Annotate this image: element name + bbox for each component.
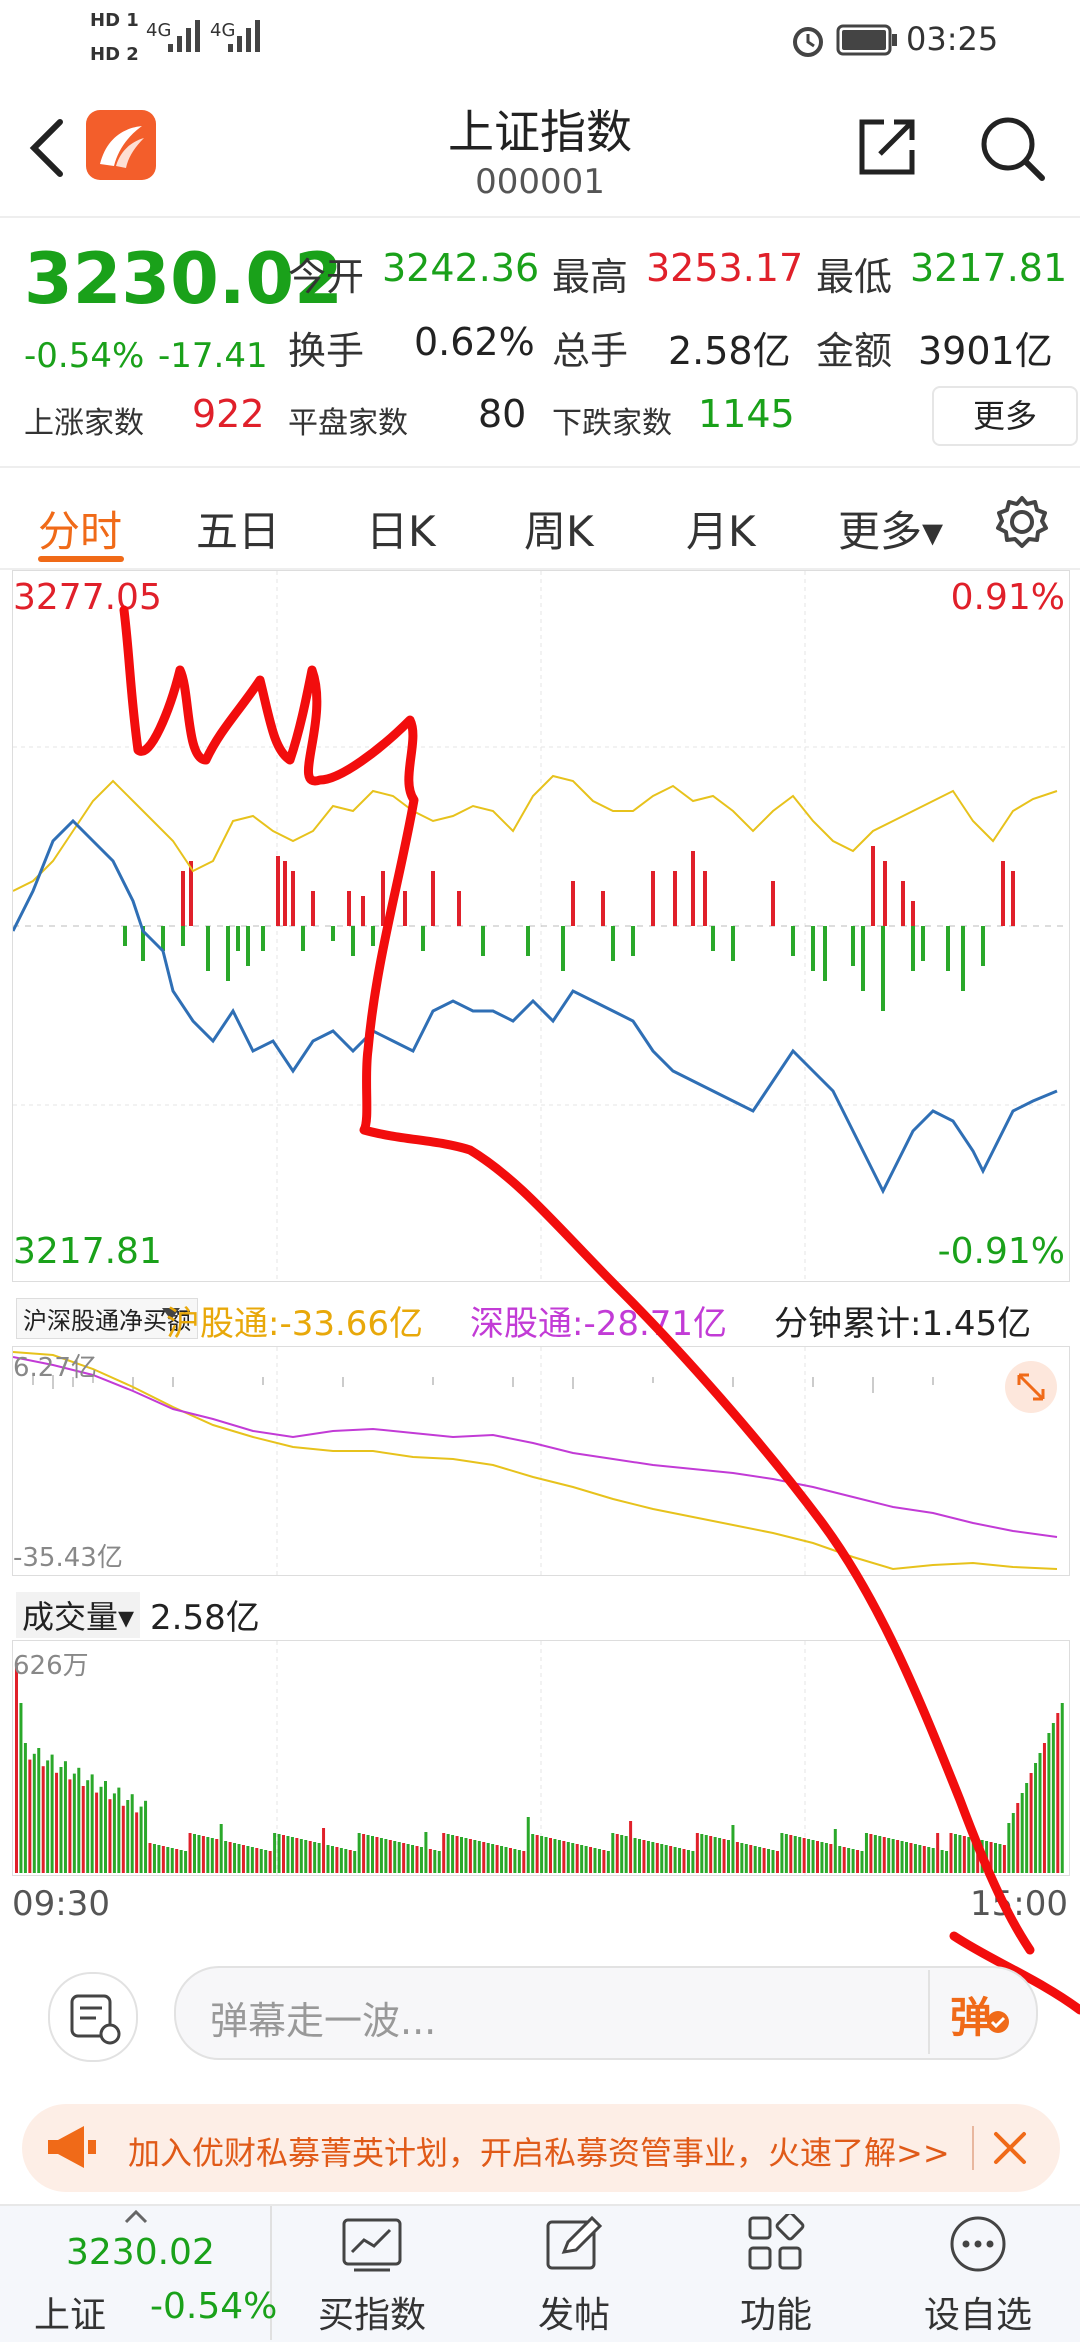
more-dots-icon[interactable] [948, 2214, 1008, 2274]
period-tabs: 分时 五日 日K 周K 月K 更多▾ [0, 466, 1080, 570]
up-count-label: 上涨家数 [24, 406, 144, 441]
hand-drawn-annotation [119, 605, 1080, 2015]
tab-more[interactable]: 更多▾ [838, 498, 943, 559]
share-icon[interactable] [856, 114, 920, 178]
up-count: 922 [192, 392, 265, 436]
amount-value: 3901亿 [918, 329, 1053, 373]
amount-label: 金额 [816, 329, 893, 373]
nav-index-price[interactable]: 3230.02 [66, 2232, 215, 2273]
comment-list-icon [70, 1994, 121, 2045]
more-quote-button[interactable]: 更多 [932, 386, 1078, 446]
turnover-label: 换手 [288, 329, 365, 373]
tab-intraday[interactable]: 分时 [38, 498, 122, 559]
high-value: 3253.17 [646, 246, 804, 290]
sim2-label: HD 2 [90, 44, 139, 65]
grid-icon[interactable] [746, 2214, 806, 2274]
chart-icon[interactable] [340, 2216, 404, 2274]
volume-label: 总手 [552, 329, 629, 373]
change-percent: -0.54% [24, 336, 145, 376]
close-icon[interactable] [990, 2128, 1030, 2168]
signal-icon [168, 20, 200, 52]
nav-functions[interactable]: 功能 [716, 2286, 836, 2338]
flat-count-label: 平盘家数 [288, 406, 408, 441]
volume-value: 2.58亿 [668, 329, 791, 373]
change-value: -17.41 [158, 336, 268, 376]
check-icon [987, 2011, 1009, 2033]
battery-icon [836, 24, 897, 56]
tab-weekly-k[interactable]: 周K [524, 498, 594, 559]
turnover-value: 0.62% [414, 320, 535, 364]
nav-post[interactable]: 发帖 [514, 2286, 634, 2338]
low-label: 最低 [816, 255, 893, 299]
sim1-label: HD 1 [90, 10, 139, 31]
status-bar: HD 1 HD 2 4G 4G 03:25 [0, 0, 1080, 80]
clock: 03:25 [906, 20, 999, 58]
ad-divider [972, 2126, 974, 2170]
open-value: 3242.36 [382, 246, 540, 290]
open-label: 今开 [288, 255, 365, 299]
alarm-icon [793, 27, 823, 57]
gear-icon[interactable] [994, 494, 1050, 550]
tab-monthly-k[interactable]: 月K [686, 498, 756, 559]
high-label: 最高 [552, 255, 629, 299]
megaphone-icon [48, 2126, 96, 2168]
down-count: 1145 [698, 392, 795, 436]
nav-buy-index[interactable]: 买指数 [312, 2286, 432, 2338]
nav-index-pct[interactable]: -0.54% [150, 2286, 277, 2327]
nav-add-watchlist[interactable]: 设自选 [918, 2286, 1038, 2338]
comment-list-button[interactable] [48, 1972, 138, 2062]
edit-icon[interactable] [544, 2214, 604, 2274]
danmaku-placeholder: 弹幕走一波... [210, 1999, 437, 2043]
chevron-up-icon[interactable] [124, 2210, 148, 2224]
tab-five-day[interactable]: 五日 [196, 498, 280, 559]
ad-text: 加入优财私募菁英计划，开启私募资管事业，火速了解>> [128, 2134, 950, 2172]
search-icon[interactable] [976, 112, 1048, 184]
low-value: 3217.81 [910, 246, 1068, 290]
tab-daily-k[interactable]: 日K [366, 498, 436, 559]
signal-icon-2 [228, 20, 260, 52]
down-count-label: 下跌家数 [552, 406, 672, 441]
nav-index-name[interactable]: 上证 [34, 2286, 106, 2338]
flat-count: 80 [478, 392, 527, 436]
